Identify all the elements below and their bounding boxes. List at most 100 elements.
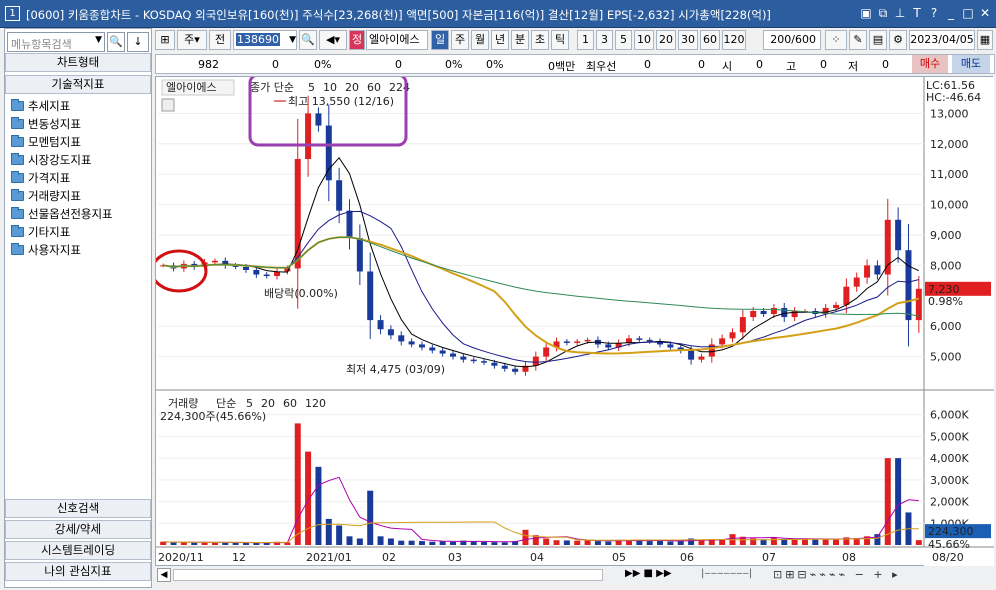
menu-search-combo[interactable]: 메뉴항목검색 ▼ — [7, 32, 105, 52]
tree-item[interactable]: 거래량지표 — [11, 187, 81, 205]
volume-bar — [605, 541, 612, 545]
close-icon[interactable]: ✕ — [978, 5, 992, 21]
tree-item-label: 사용자지표 — [28, 243, 81, 257]
interval-button[interactable]: 30 — [678, 30, 698, 50]
interval-button[interactable]: 20 — [656, 30, 676, 50]
volume-bar — [305, 451, 312, 545]
count-input[interactable]: 200/600 — [763, 30, 821, 50]
zoom-slider[interactable]: |‒‒‒‒‒‒‒| — [701, 568, 771, 582]
chart-icon[interactable]: ⊞ — [155, 30, 175, 50]
interval-button[interactable]: 60 — [700, 30, 720, 50]
price-info-row: 982 0 0% 0 0% 0% 0백만 최우선 0 0 시 0 고 0 저 0… — [155, 54, 995, 74]
volume-bar — [325, 518, 332, 545]
candle — [470, 359, 477, 362]
interval-button[interactable]: 3 — [596, 30, 613, 50]
my-indicators-button[interactable]: 나의 관심지표 — [5, 562, 151, 581]
ma-line — [163, 156, 920, 368]
tree-item[interactable]: 추세지표 — [11, 97, 70, 115]
gear-icon[interactable]: ⚙ — [889, 30, 907, 50]
minimize-icon[interactable]: _ — [944, 5, 958, 21]
volume-bar — [346, 536, 353, 545]
horizontal-scrollbar[interactable]: ◀ ▶▶ ■ ▶▶ |‒‒‒‒‒‒‒| ⊡⊞⊟⌁⌁⌁⌁ − + ▸ — [155, 566, 993, 584]
interval-button[interactable]: 5 — [615, 30, 632, 50]
download-icon[interactable]: ↓ — [127, 32, 149, 52]
ma-period-label: 60 — [367, 81, 381, 94]
scroll-left-icon[interactable]: ◀ — [157, 568, 171, 582]
candle — [336, 180, 343, 211]
candle — [646, 339, 653, 342]
pin-icon[interactable]: ⊥ — [893, 5, 907, 21]
search-icon[interactable]: 🔍 — [107, 32, 125, 52]
tree-item[interactable]: 선물옵션전용지표 — [11, 205, 113, 223]
buy-button[interactable]: 매수 — [912, 55, 948, 73]
tree-item[interactable]: 변동성지표 — [11, 115, 81, 133]
x-tick-label: 02 — [382, 551, 396, 564]
zoom-tools[interactable]: ⊡⊞⊟⌁⌁⌁⌁ − + ▸ — [773, 568, 989, 582]
bull-bear-button[interactable]: 강세/약세 — [5, 520, 151, 539]
hc-label: HC:-46.64 — [926, 91, 981, 104]
link-icon[interactable]: ▣ — [859, 5, 873, 21]
settings-plus-icon[interactable]: ⁘ — [825, 30, 847, 50]
candle — [356, 238, 363, 272]
calendar-icon[interactable]: ▦ — [977, 30, 993, 50]
chart-area[interactable]: 13,000 12,000 11,000 10,000 9,000 8,000 6,000 5… — [150, 73, 994, 567]
stock-code-input[interactable]: 138690 ▼ — [233, 30, 297, 50]
period-button[interactable]: 일 — [431, 30, 449, 50]
tree-item[interactable]: 기타지표 — [11, 223, 70, 241]
help-icon[interactable]: ? — [927, 5, 941, 21]
scroll-track[interactable] — [173, 569, 603, 581]
playback-controls[interactable]: ▶▶ ■ ▶▶ — [625, 568, 695, 582]
maximize-icon[interactable]: □ — [961, 5, 975, 21]
menu-search-input[interactable]: 메뉴항목검색 — [11, 36, 72, 52]
highlight-circle — [150, 249, 208, 293]
period-button[interactable]: 년 — [491, 30, 509, 50]
info-value: 0 — [395, 58, 402, 71]
tech-indicator-button[interactable]: 기술적지표 — [5, 75, 151, 94]
x-tick-label: 05 — [612, 551, 626, 564]
folder-icon — [11, 207, 24, 219]
stock-name-field: 엘아이에스 — [366, 30, 428, 50]
search-icon[interactable]: 🔍 — [299, 30, 317, 50]
tree-item[interactable]: 시장강도지표 — [11, 151, 91, 169]
jeong-button[interactable]: 정 — [349, 30, 365, 50]
volume-bar — [522, 529, 529, 545]
chevron-down-icon[interactable]: ▼ — [95, 35, 102, 45]
tree-item[interactable]: 사용자지표 — [11, 241, 81, 259]
candle — [698, 356, 705, 360]
candle — [864, 265, 871, 278]
volume-bar — [377, 536, 384, 545]
sell-button[interactable]: 매도 — [952, 55, 990, 73]
period-button[interactable]: 분 — [511, 30, 529, 50]
price-tick-label: 6,000 — [930, 320, 962, 333]
volume-bar — [356, 538, 363, 545]
interval-button[interactable]: 120 — [722, 30, 746, 50]
period-button[interactable]: 틱 — [551, 30, 569, 50]
save-icon[interactable]: ▤ — [869, 30, 887, 50]
volume-bar — [398, 540, 405, 545]
folder-icon — [11, 117, 24, 129]
price-volume-chart[interactable]: 13,000 12,000 11,000 10,000 9,000 8,000 6,000 5… — [150, 73, 994, 567]
volume-bar — [491, 542, 498, 545]
stock-type-select[interactable]: 주▾ — [177, 30, 207, 50]
tree-item[interactable]: 모멘텀지표 — [11, 133, 81, 151]
info-value: 0% — [314, 58, 332, 71]
system-trading-button[interactable]: 시스템트레이딩 — [5, 541, 151, 560]
pen-icon[interactable]: ✎ — [849, 30, 867, 50]
signal-search-button[interactable]: 신호검색 — [5, 499, 151, 518]
period-button[interactable]: 월 — [471, 30, 489, 50]
interval-button[interactable]: 1 — [577, 30, 594, 50]
prev-button[interactable]: 전 — [209, 30, 231, 50]
restore-icon[interactable]: ⧉ — [876, 5, 890, 21]
date-input[interactable]: 2023/04/05 — [909, 30, 975, 50]
speaker-icon[interactable]: ◀▾ — [319, 30, 347, 50]
candle — [211, 260, 218, 263]
candle — [895, 219, 902, 251]
chart-type-button[interactable]: 차트형태 — [5, 53, 151, 72]
period-button[interactable]: 초 — [531, 30, 549, 50]
ma-period-label: 20 — [345, 81, 359, 94]
tree-item[interactable]: 가격지표 — [11, 169, 70, 187]
candle — [532, 356, 539, 366]
period-button[interactable]: 주 — [451, 30, 469, 50]
font-icon[interactable]: T — [910, 5, 924, 21]
interval-button[interactable]: 10 — [634, 30, 654, 50]
